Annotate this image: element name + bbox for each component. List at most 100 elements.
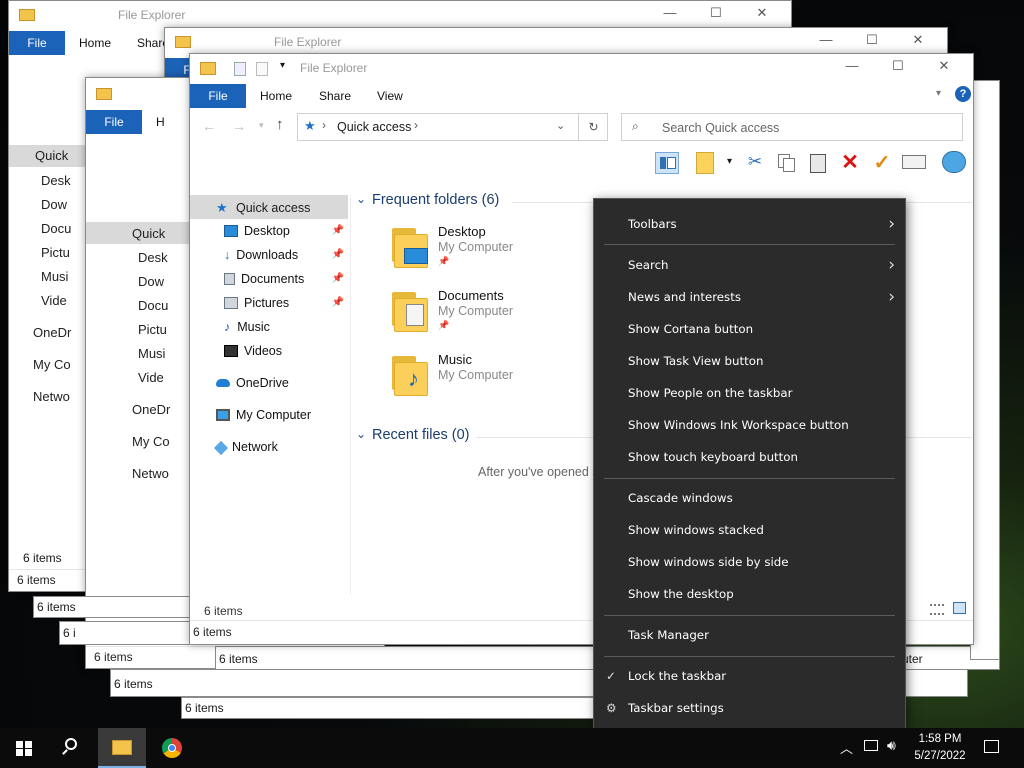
file-tab[interactable]: File: [86, 110, 142, 134]
nav-videos[interactable]: Vide: [41, 293, 67, 308]
paste-icon[interactable]: [807, 152, 831, 174]
maximize-button[interactable]: ☐: [875, 58, 921, 74]
file-tab[interactable]: File: [190, 84, 246, 108]
quick-access-dropdown-icon[interactable]: ▾: [280, 60, 285, 71]
help-icon[interactable]: ?: [955, 86, 971, 102]
nav-quick-access[interactable]: Quick: [9, 145, 89, 167]
large-icons-view-icon[interactable]: [953, 602, 966, 614]
nav-documents[interactable]: Docu: [138, 298, 168, 313]
home-tab[interactable]: H: [156, 110, 165, 134]
home-tab[interactable]: Home: [79, 31, 111, 55]
nav-pictures[interactable]: Pictu: [138, 322, 167, 337]
file-explorer-taskbar-button[interactable]: [98, 728, 146, 768]
nav-downloads[interactable]: ↓ Downloads 📌: [190, 243, 348, 267]
refresh-icon[interactable]: ↻: [578, 114, 608, 140]
nav-network[interactable]: Netwo: [132, 466, 169, 481]
menu-item-lock-taskbar[interactable]: ✓ Lock the taskbar: [594, 660, 905, 692]
search-box[interactable]: ⌕ Search Quick access: [621, 113, 963, 141]
menu-item-news[interactable]: News and interests ›: [594, 281, 905, 313]
nav-my-computer[interactable]: My Computer: [190, 403, 348, 427]
menu-item-toolbars[interactable]: Toolbars ›: [594, 208, 905, 240]
file-tab[interactable]: File: [9, 31, 65, 55]
nav-videos[interactable]: Vide: [138, 370, 164, 385]
action-center-icon[interactable]: [984, 740, 999, 753]
nav-desktop[interactable]: Desk: [41, 173, 71, 188]
menu-item-cascade[interactable]: Cascade windows: [594, 482, 905, 514]
menu-item-side-by-side[interactable]: Show windows side by side: [594, 546, 905, 578]
delete-icon[interactable]: ✕: [838, 150, 862, 174]
nav-onedrive[interactable]: OneDrive: [190, 371, 348, 395]
nav-downloads[interactable]: Dow: [41, 197, 67, 212]
forward-arrow-icon[interactable]: →: [232, 118, 246, 134]
nav-documents[interactable]: Docu: [41, 221, 71, 236]
close-button[interactable]: ✕: [895, 32, 941, 48]
recent-locations-icon[interactable]: ▾: [259, 120, 264, 131]
nav-desktop[interactable]: Desk: [138, 250, 168, 265]
nav-music[interactable]: Musi: [138, 346, 165, 361]
back-arrow-icon[interactable]: ←: [202, 118, 216, 134]
nav-downloads[interactable]: Dow: [138, 274, 164, 289]
menu-item-taskbar-settings[interactable]: ⚙ Taskbar settings: [594, 692, 905, 724]
new-folder-icon[interactable]: [256, 62, 268, 76]
stacked-window-strip-4[interactable]: 6 items: [181, 697, 595, 719]
minimize-button[interactable]: —: [803, 32, 849, 48]
details-view-icon[interactable]: [930, 604, 944, 615]
minimize-button[interactable]: —: [829, 58, 875, 74]
maximize-button[interactable]: ☐: [849, 32, 895, 48]
nav-onedrive[interactable]: OneDr: [132, 402, 170, 417]
start-button[interactable]: [0, 728, 48, 768]
up-arrow-icon[interactable]: ↑: [276, 116, 284, 133]
nav-documents[interactable]: Documents 📌: [190, 267, 348, 291]
nav-quick-access[interactable]: ★ Quick access: [190, 195, 348, 219]
chrome-taskbar-button[interactable]: [148, 728, 196, 768]
properties-icon[interactable]: [234, 62, 246, 76]
preview-pane-icon[interactable]: [696, 152, 714, 174]
background-window-edge[interactable]: [970, 80, 1000, 660]
navigation-pane-icon[interactable]: [655, 152, 679, 174]
menu-item-task-view[interactable]: Show Task View button: [594, 345, 905, 377]
breadcrumb-quick-access[interactable]: Quick access: [337, 120, 411, 134]
close-button[interactable]: ✕: [921, 58, 967, 74]
menu-item-cortana[interactable]: Show Cortana button: [594, 313, 905, 345]
search-button[interactable]: [48, 728, 96, 768]
nav-music[interactable]: ♪ Music: [190, 315, 348, 339]
menu-item-ink[interactable]: Show Windows Ink Workspace button: [594, 409, 905, 441]
layout-dropdown-icon[interactable]: ▾: [727, 156, 732, 167]
nav-my-computer[interactable]: My Co: [33, 357, 71, 372]
nav-music[interactable]: Musi: [41, 269, 68, 284]
menu-item-search[interactable]: Search ›: [594, 249, 905, 281]
network-tray-icon[interactable]: [864, 740, 878, 751]
title-bar[interactable]: File Explorer — ☐ ✕: [9, 1, 791, 29]
title-bar[interactable]: File Explorer — ☐ ✕: [165, 28, 947, 56]
address-bar[interactable]: ★ › Quick access › ⌄ ↻: [297, 113, 608, 141]
view-tab[interactable]: View: [377, 84, 403, 108]
nav-desktop[interactable]: Desktop 📌: [190, 219, 348, 243]
nav-pictures[interactable]: Pictures 📌: [190, 291, 348, 315]
menu-item-show-desktop[interactable]: Show the desktop: [594, 578, 905, 610]
search-input[interactable]: Search Quick access: [662, 121, 779, 135]
menu-item-people[interactable]: Show People on the taskbar: [594, 377, 905, 409]
taskbar[interactable]: ︿ 🔊︎ 1:58 PM 5/27/2022: [0, 728, 1024, 768]
nav-quick-access[interactable]: Quick: [132, 226, 165, 241]
globe-icon[interactable]: [942, 151, 966, 173]
close-button[interactable]: ✕: [739, 5, 785, 21]
cut-icon[interactable]: ✂: [743, 152, 767, 174]
copy-icon[interactable]: [775, 152, 799, 174]
menu-item-touch-keyboard[interactable]: Show touch keyboard button: [594, 441, 905, 473]
nav-my-computer[interactable]: My Co: [132, 434, 170, 449]
clock[interactable]: 1:58 PM 5/27/2022: [910, 731, 970, 765]
address-dropdown-icon[interactable]: ⌄: [556, 119, 565, 132]
nav-scrollbar[interactable]: [350, 195, 351, 595]
nav-network[interactable]: Netwo: [33, 389, 70, 404]
show-hidden-icons-chevron[interactable]: ︿: [840, 738, 853, 757]
ribbon-expand-icon[interactable]: ▾: [936, 88, 941, 99]
title-bar[interactable]: ▾ File Explorer — ☐ ✕: [190, 54, 973, 84]
checkmark-icon[interactable]: ✓: [870, 150, 894, 174]
nav-pictures[interactable]: Pictu: [41, 245, 70, 260]
rename-icon[interactable]: [902, 155, 926, 169]
minimize-button[interactable]: —: [647, 5, 693, 21]
share-tab[interactable]: Share: [319, 84, 351, 108]
volume-icon[interactable]: 🔊︎: [887, 737, 896, 754]
nav-onedrive[interactable]: OneDr: [33, 325, 71, 340]
menu-item-stacked[interactable]: Show windows stacked: [594, 514, 905, 546]
